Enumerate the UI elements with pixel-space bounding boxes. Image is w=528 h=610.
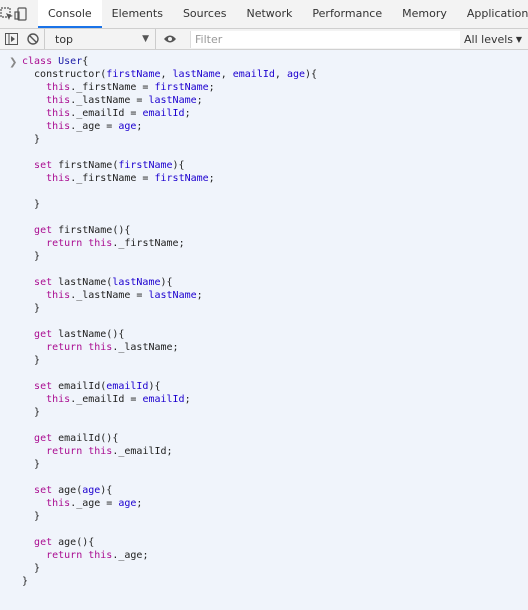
code-block: class User{ constructor(firstName, lastN… (0, 55, 528, 588)
code-line: } (22, 576, 29, 587)
tab-performance[interactable]: Performance (302, 0, 392, 28)
code-line: return this._age; (46, 550, 149, 561)
code-line: } (22, 134, 41, 145)
code-line: set lastName(lastName){ (34, 277, 173, 288)
code-line: class User{ (22, 56, 89, 67)
tab-memory[interactable]: Memory (392, 0, 457, 28)
code-line: this._emailId = emailId; (46, 108, 191, 119)
code-line: constructor(firstName, lastName, emailId… (22, 69, 318, 80)
levels-arrow-icon: ▼ (515, 34, 522, 44)
inspect-element-icon[interactable] (0, 0, 14, 28)
code-line: return this._firstName; (46, 238, 185, 249)
code-line: this._lastName = lastName; (46, 290, 203, 301)
code-line: this._lastName = lastName; (46, 95, 203, 106)
devtools-tab-bar: Console Elements Sources Network Perform… (0, 0, 528, 29)
tab-network[interactable]: Network (236, 0, 302, 28)
expand-chevron-icon[interactable]: ❯ (9, 57, 17, 68)
context-selector[interactable]: top ▼ (44, 29, 156, 49)
console-output[interactable]: ❯ class User{ constructor(firstName, las… (0, 50, 528, 610)
tab-elements[interactable]: Elements (102, 0, 173, 28)
code-line: get firstName(){ (34, 225, 131, 236)
tab-sources[interactable]: Sources (173, 0, 237, 28)
context-label: top (55, 32, 74, 46)
code-line: get emailId(){ (34, 433, 119, 444)
code-line: } (22, 563, 41, 574)
levels-label: All levels (464, 32, 514, 46)
console-toolbar: top ▼ Filter All levels ▼ (0, 29, 528, 50)
code-line: set emailId(emailId){ (34, 381, 161, 392)
show-sidebar-icon[interactable] (0, 29, 22, 49)
code-line: this._age = age; (46, 121, 143, 132)
code-line: return this._emailId; (46, 446, 173, 457)
code-line: this._firstName = firstName; (46, 173, 215, 184)
code-line: return this._lastName; (46, 342, 179, 353)
code-line: } (22, 355, 41, 366)
device-toolbar-icon[interactable] (14, 0, 28, 28)
dropdown-arrow-icon: ▼ (142, 34, 149, 44)
code-line: } (22, 199, 41, 210)
code-line: this._firstName = firstName; (46, 82, 215, 93)
code-line: get age(){ (34, 537, 95, 548)
code-line: set age(age){ (34, 485, 113, 496)
tab-application[interactable]: Application (457, 0, 528, 28)
code-line: } (22, 303, 41, 314)
code-line: this._emailId = emailId; (46, 394, 191, 405)
code-line: } (22, 459, 41, 470)
live-expression-eye-icon[interactable] (156, 29, 184, 49)
code-line: set firstName(firstName){ (34, 160, 185, 171)
clear-console-icon[interactable] (22, 29, 44, 49)
tab-console[interactable]: Console (38, 0, 102, 28)
code-line: get lastName(){ (34, 329, 125, 340)
code-line: } (22, 511, 41, 522)
code-line: } (22, 407, 41, 418)
code-line: this._age = age; (46, 498, 143, 509)
code-line: } (22, 251, 41, 262)
filter-input[interactable]: Filter (190, 30, 460, 48)
log-levels-dropdown[interactable]: All levels ▼ (460, 33, 528, 46)
